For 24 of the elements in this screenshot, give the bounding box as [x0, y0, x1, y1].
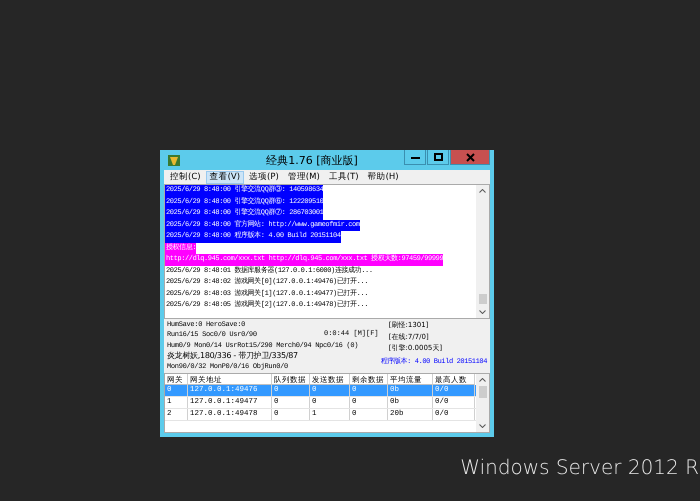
close-button[interactable]: [450, 150, 490, 165]
maximize-button[interactable]: [427, 150, 449, 165]
menu-item[interactable]: 帮助(H): [364, 170, 403, 184]
scrollbar[interactable]: [476, 374, 489, 432]
scroll-thumb[interactable]: [478, 294, 486, 304]
scroll-down-icon: [479, 424, 486, 428]
scrollbar[interactable]: [476, 185, 489, 318]
os-branding-text: Windows Server 2012 R: [460, 455, 699, 479]
scroll-thumb[interactable]: [478, 386, 486, 398]
close-icon: [466, 152, 474, 162]
menu-item[interactable]: 工具(T): [324, 170, 363, 184]
app-icon: [167, 153, 181, 167]
scroll-up-icon: [479, 189, 486, 193]
minimize-icon: [410, 156, 420, 158]
minimize-button[interactable]: [404, 150, 426, 165]
menu-item[interactable]: 管理(M): [284, 170, 324, 184]
scroll-down-icon: [479, 310, 486, 314]
menu-item[interactable]: 查看(V): [206, 170, 244, 184]
menu-item[interactable]: 控制(C): [166, 170, 205, 184]
status-text: 炎龙树妖,180/336 - 带刀护卫/335/87: [167, 351, 298, 362]
scroll-up-icon: [479, 378, 486, 382]
window-title: 经典1.76 [商业版]: [265, 152, 359, 168]
maximize-icon: [434, 153, 442, 161]
menu-item[interactable]: 选项(P): [245, 170, 283, 184]
